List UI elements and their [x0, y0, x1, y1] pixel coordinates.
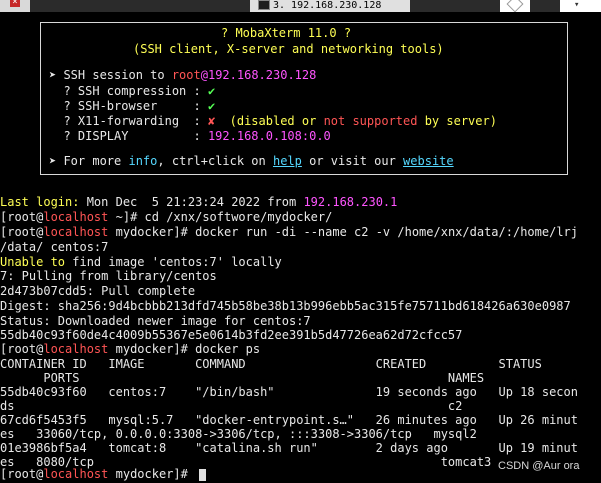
session-host: 192.168.230.128 — [207, 68, 317, 82]
command-text: cd /xnx/softwore/mydocker/ — [144, 210, 333, 224]
watermark: CSDN @Aur ora — [498, 460, 580, 472]
prompt-line-2: [root@localhost mydocker]# docker run -d… — [0, 224, 578, 240]
prompt-host: localhost — [43, 342, 109, 356]
prompt-path: ~]# — [108, 210, 145, 224]
command-text: docker ps — [195, 342, 261, 356]
more-text-a: ➤ For more — [49, 154, 129, 168]
prompt-open: [root@ — [0, 225, 44, 239]
chevron-down-icon: ▾ — [574, 0, 580, 10]
last-login-ip: 192.168.230.1 — [303, 195, 398, 209]
pull-line-2: 2d473b07cdd5: Pull complete — [0, 284, 196, 298]
browser-label: ? SSH-browser : — [49, 99, 208, 113]
x11-note-b: not supported — [323, 114, 418, 128]
terminal-icon — [258, 0, 270, 10]
banner-title: ? MobaXterm 11.0 ? — [221, 26, 352, 40]
x11-note-a: (disabled or — [215, 114, 324, 128]
diamond-icon — [506, 0, 524, 12]
tab-menu[interactable]: ▾ — [560, 0, 601, 12]
prompt-line-3: [root@localhost mydocker]# docker ps — [0, 341, 260, 357]
banner-subtitle: (SSH client, X-server and networking too… — [133, 42, 444, 56]
tab-close[interactable]: × — [0, 0, 30, 12]
banner-browser-line: ? SSH-browser : ✔ — [49, 98, 215, 114]
last-login-label: Last login: — [0, 195, 80, 209]
info-link[interactable]: info — [128, 154, 157, 168]
banner-compression-line: ? SSH compression : ✔ — [49, 83, 215, 99]
prompt-path: mydocker]# — [108, 467, 196, 481]
new-tab-button[interactable] — [500, 0, 530, 12]
prompt-host: localhost — [43, 225, 109, 239]
prompt-open: [root@ — [0, 467, 44, 481]
tab-title: 3. 192.168.230.128 — [273, 0, 382, 11]
pull-line-1: 7: Pulling from library/centos — [0, 269, 217, 283]
command-text: docker run -di --name c2 -v /home/xnx/da… — [195, 225, 578, 239]
session-prefix: ➤ SSH session to — [49, 68, 172, 82]
digest-line: Digest: sha256:9d4bcbbb213dfd745b58be38b… — [0, 299, 571, 313]
session-user: root — [171, 68, 201, 82]
x11-label: ? X11-forwarding : — [49, 114, 208, 128]
last-login-text: Mon Dec 5 21:23:24 2022 from — [79, 195, 304, 209]
more-text-b: , ctrl+click on — [157, 154, 273, 168]
check-icon: ✔ — [207, 99, 216, 113]
prompt-open: [root@ — [0, 342, 44, 356]
tab-session[interactable]: 3. 192.168.230.128 — [250, 0, 410, 12]
banner-x11-line: ? X11-forwarding : ✘ (disabled or not su… — [49, 113, 497, 129]
help-link[interactable]: help — [273, 154, 302, 168]
banner-more-line: ➤ For more info, ctrl+click on help or v… — [49, 153, 454, 169]
display-value: 192.168.0.108:0.0 — [207, 129, 331, 143]
last-login-line: Last login: Mon Dec 5 21:23:24 2022 from… — [0, 194, 397, 210]
session-at: @ — [200, 68, 208, 82]
welcome-banner: ? MobaXterm 11.0 ? (SSH client, X-server… — [40, 22, 568, 175]
banner-session-line: ➤ SSH session to root@192.168.230.128 — [49, 67, 316, 83]
website-link[interactable]: website — [403, 154, 454, 168]
prompt-host: localhost — [43, 210, 109, 224]
command-continuation: /data/ centos:7 — [0, 240, 109, 254]
more-text-c: or visit our — [301, 154, 404, 168]
close-icon[interactable]: × — [10, 0, 20, 7]
check-icon: ✔ — [207, 84, 216, 98]
prompt-path: mydocker]# — [108, 342, 196, 356]
text-cursor — [199, 468, 207, 481]
unable-a: Unable to — [0, 255, 66, 269]
prompt-path: mydocker]# — [108, 225, 196, 239]
prompt-host: localhost — [43, 467, 109, 481]
tab-strip: × 3. 192.168.230.128 ▾ — [0, 0, 601, 12]
banner-display-line: ? DISPLAY : 192.168.0.108:0.0 — [49, 128, 331, 144]
display-label: ? DISPLAY : — [49, 129, 208, 143]
unable-b: find image 'centos:7' locally — [65, 255, 282, 269]
prompt-line-1: [root@localhost ~]# cd /xnx/softwore/myd… — [0, 209, 332, 225]
x11-note-c: by server) — [417, 114, 497, 128]
prompt-line-4[interactable]: [root@localhost mydocker]# — [0, 466, 207, 482]
compression-label: ? SSH compression : — [49, 84, 208, 98]
prompt-open: [root@ — [0, 210, 44, 224]
